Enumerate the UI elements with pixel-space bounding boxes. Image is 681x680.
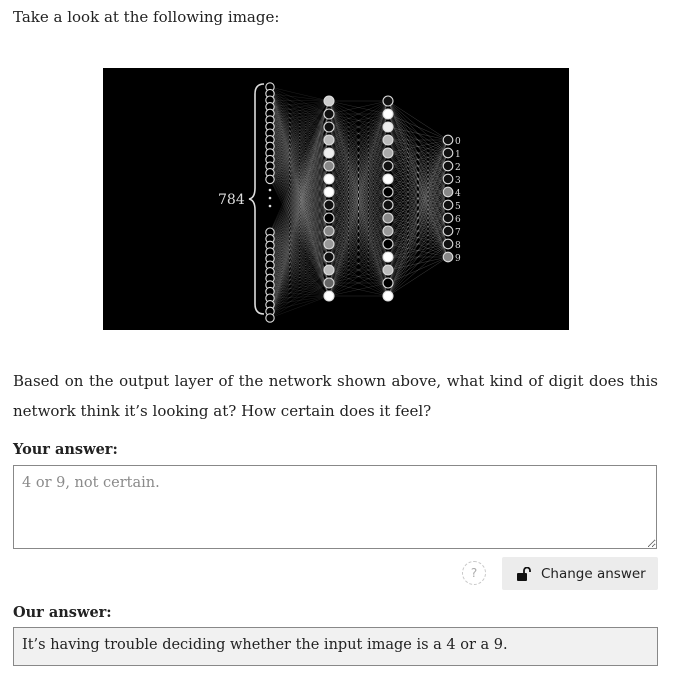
output-neuron <box>442 147 454 159</box>
help-button[interactable]: ? <box>462 561 486 585</box>
hidden-neuron <box>323 212 335 224</box>
hidden-neuron <box>323 251 335 263</box>
output-digit-label: 1 <box>455 150 461 160</box>
hidden-neuron <box>382 199 394 211</box>
our-answer-text: It’s having trouble deciding whether the… <box>13 627 658 666</box>
input-neuron <box>265 313 275 323</box>
hidden-neuron <box>382 225 394 237</box>
hidden-neuron <box>382 238 394 250</box>
hidden-neuron <box>382 251 394 263</box>
hidden-neuron <box>323 238 335 250</box>
output-digit-label: 2 <box>455 163 461 173</box>
output-digit-label: 4 <box>455 189 461 199</box>
hidden-neuron <box>323 199 335 211</box>
output-digit-label: 3 <box>455 176 461 186</box>
hidden-neuron <box>382 186 394 198</box>
hidden-neuron <box>382 147 394 159</box>
answer-input[interactable] <box>13 465 657 549</box>
output-digit-label: 6 <box>455 215 461 225</box>
output-neuron <box>442 225 454 237</box>
intro-text: Take a look at the following image: <box>13 8 280 26</box>
hidden-neuron <box>382 173 394 185</box>
output-neuron <box>442 134 454 146</box>
neural-network-diagram: 784 0 1 2 3 4 5 6 7 8 9 <box>218 82 461 323</box>
output-digit-labels: 0 1 2 3 4 5 6 7 8 9 <box>455 137 461 264</box>
hidden-neuron <box>382 108 394 120</box>
hidden-neuron <box>323 121 335 133</box>
output-digit-label: 5 <box>455 202 461 212</box>
your-answer-label: Your answer: <box>13 441 118 458</box>
hidden-neuron <box>323 264 335 276</box>
input-brace <box>248 83 265 315</box>
output-neuron <box>442 173 454 185</box>
hidden-neuron <box>382 160 394 172</box>
input-neuron <box>265 174 275 185</box>
question-text: Based on the output layer of the network… <box>13 372 658 420</box>
hidden-neuron <box>382 121 394 133</box>
unlock-icon <box>517 566 531 581</box>
hidden-neuron <box>382 264 394 276</box>
output-digit-label: 8 <box>455 241 461 251</box>
output-neuron <box>442 199 454 211</box>
change-answer-label: Change answer <box>541 565 646 582</box>
hidden-neuron <box>323 95 335 107</box>
hidden-neuron <box>382 290 394 302</box>
network-connections <box>269 86 449 319</box>
input-count-label: 784 <box>218 192 245 208</box>
change-answer-button[interactable]: Change answer <box>502 557 658 590</box>
our-answer-label: Our answer: <box>13 604 112 621</box>
hidden-neuron <box>382 134 394 146</box>
output-digit-label: 0 <box>455 137 461 147</box>
hidden-neuron <box>323 290 335 302</box>
hidden-neuron <box>323 134 335 146</box>
hidden-neuron <box>382 277 394 289</box>
output-digit-label: 9 <box>455 254 461 264</box>
output-neuron <box>442 186 454 198</box>
hidden-neuron <box>323 147 335 159</box>
hidden-neuron <box>323 173 335 185</box>
hidden-neuron <box>382 212 394 224</box>
output-neuron <box>442 251 454 263</box>
hidden-neuron <box>323 108 335 120</box>
output-neuron <box>442 212 454 224</box>
hidden-neuron <box>323 225 335 237</box>
output-neuron <box>442 238 454 250</box>
output-neuron <box>442 160 454 172</box>
hidden-neuron <box>382 95 394 107</box>
hidden-neuron <box>323 277 335 289</box>
hidden-neuron <box>323 160 335 172</box>
hidden-neuron <box>323 186 335 198</box>
neural-network-figure: 784 0 1 2 3 4 5 6 7 8 9 <box>103 68 569 330</box>
output-digit-label: 7 <box>455 228 461 238</box>
input-ellipsis <box>268 188 272 208</box>
